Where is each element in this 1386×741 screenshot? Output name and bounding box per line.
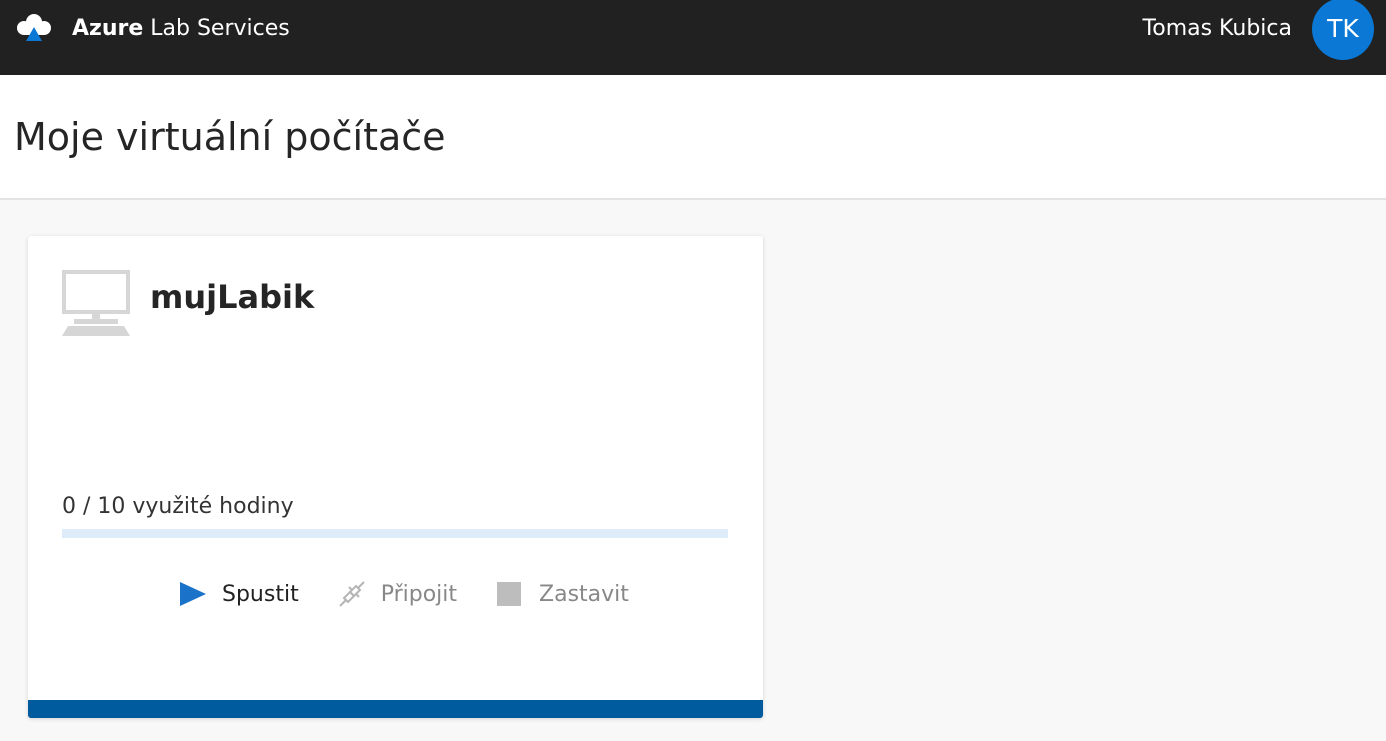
avatar[interactable]: TK [1312, 0, 1374, 60]
stop-square-icon [497, 582, 522, 606]
app-title-rest: Lab Services [150, 15, 290, 41]
connect-button[interactable]: Připojit [337, 579, 457, 609]
vm-card: mujLabik 0 / 10 využité hodiny Spustit P… [28, 236, 763, 718]
card-footer-accent [28, 700, 763, 718]
stop-button[interactable]: Zastavit [495, 579, 629, 609]
connect-label: Připojit [380, 581, 458, 607]
start-button[interactable]: Spustit [178, 579, 299, 609]
play-icon [180, 582, 206, 606]
page-title: Moje virtuální počítače [14, 115, 446, 159]
plug-icon [338, 581, 365, 607]
user-area: Tomas Kubica TK [1142, 0, 1374, 60]
vm-actions: Spustit Připojit Zastavit [178, 577, 667, 611]
stop-label: Zastavit [539, 581, 629, 607]
vm-name: mujLabik [150, 278, 315, 316]
computer-monitor-icon [62, 270, 130, 336]
top-bar: Azure Lab Services Tomas Kubica TK [0, 0, 1386, 75]
app-title: Azure Lab Services [72, 16, 290, 41]
brand[interactable]: Azure Lab Services [16, 8, 290, 48]
usage-text: 0 / 10 využité hodiny [62, 494, 294, 519]
app-title-bold: Azure [72, 15, 144, 41]
usage-progress-bar [62, 529, 728, 538]
start-label: Spustit [222, 581, 299, 607]
page-header: Moje virtuální počítače [0, 75, 1386, 200]
azure-lab-cloud-icon [17, 14, 51, 41]
user-name: Tomas Kubica [1142, 16, 1292, 41]
